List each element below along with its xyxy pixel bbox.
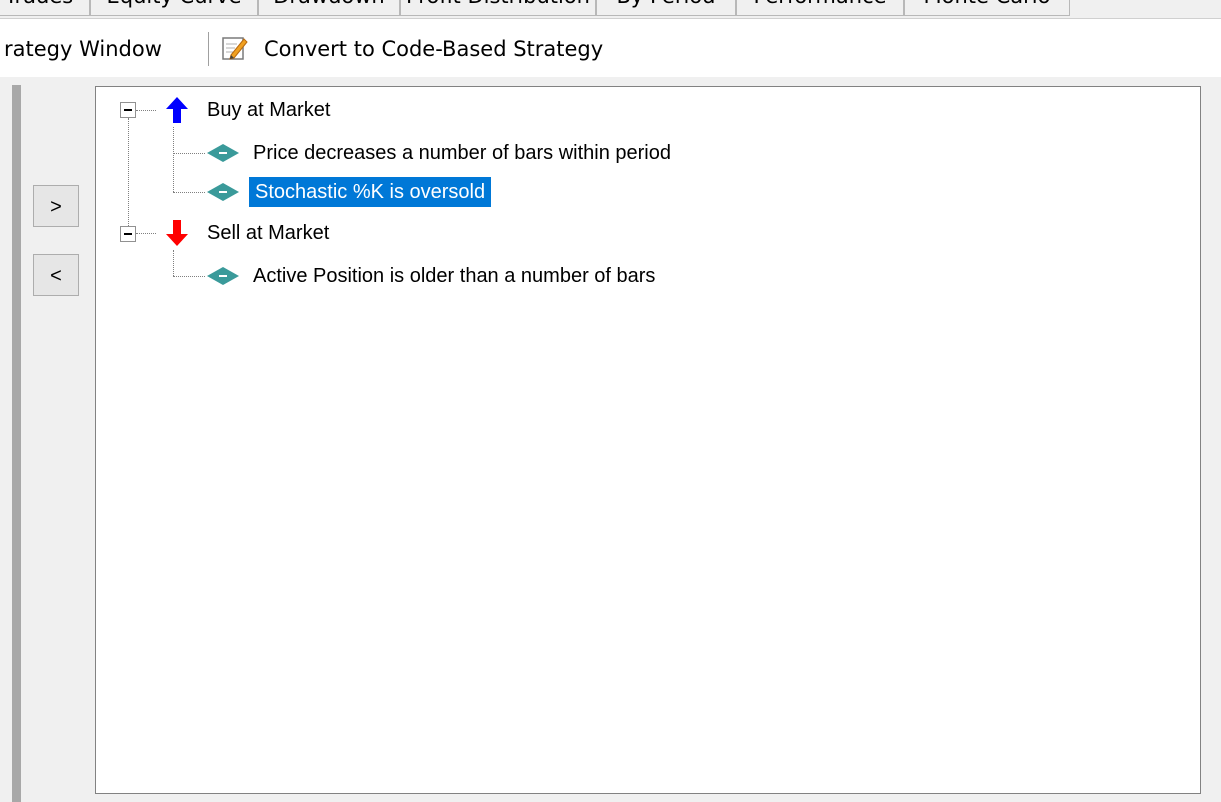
arrow-up-icon xyxy=(166,97,188,123)
tree-connector xyxy=(173,250,174,276)
strategy-window-button[interactable]: rategy Window xyxy=(4,34,162,64)
node-label: Active Position is older than a number o… xyxy=(253,265,656,287)
tree-connector xyxy=(136,233,156,234)
sell-at-market-node[interactable]: Sell at Market xyxy=(207,218,329,248)
tab-trades[interactable]: Trades xyxy=(0,0,90,16)
edit-pencil-icon[interactable] xyxy=(222,35,248,61)
tab-monte-carlo[interactable]: Monte Carlo xyxy=(904,0,1070,16)
arrow-down-icon xyxy=(166,220,188,246)
tree-connector xyxy=(136,110,156,111)
right-gutter xyxy=(1206,86,1221,802)
node-label: Price decreases a number of bars within … xyxy=(253,142,671,164)
toolbar-separator xyxy=(208,32,209,66)
node-label: Buy at Market xyxy=(207,99,331,121)
condition-icon xyxy=(207,144,239,162)
buy-at-market-node[interactable]: Buy at Market xyxy=(207,95,330,125)
sell-collapse-toggle[interactable] xyxy=(120,226,136,242)
tab-strip: Trades Equity Curve Drawdown Profit Dist… xyxy=(0,0,1221,19)
condition-stochastic-oversold[interactable]: Stochastic %K is oversold xyxy=(249,177,492,207)
toolbar: rategy Window xyxy=(0,19,1221,77)
node-label: Stochastic %K is oversold xyxy=(249,177,492,207)
tab-by-period[interactable]: By Period xyxy=(596,0,736,16)
tab-performance[interactable]: Performance xyxy=(736,0,904,16)
condition-price-decreases[interactable]: Price decreases a number of bars within … xyxy=(253,138,671,168)
tab-profit-distribution[interactable]: Profit Distribution xyxy=(400,0,596,16)
add-condition-button[interactable]: > xyxy=(33,185,79,227)
tab-drawdown[interactable]: Drawdown xyxy=(258,0,400,16)
splitter-bar[interactable] xyxy=(12,85,21,802)
tree-connector xyxy=(173,192,205,193)
buy-collapse-toggle[interactable] xyxy=(120,102,136,118)
tree-connector xyxy=(128,118,129,232)
remove-condition-button[interactable]: < xyxy=(33,254,79,296)
tree-connector xyxy=(173,127,174,192)
convert-to-code-button[interactable]: Convert to Code-Based Strategy xyxy=(264,34,603,64)
condition-icon xyxy=(207,267,239,285)
tree-connector xyxy=(173,276,205,277)
tab-equity-curve[interactable]: Equity Curve xyxy=(90,0,258,16)
strategy-tree[interactable]: Buy at Market Price decreases a number o… xyxy=(95,86,1201,794)
condition-active-position-older[interactable]: Active Position is older than a number o… xyxy=(253,261,655,291)
tree-connector xyxy=(173,153,205,154)
condition-icon xyxy=(207,183,239,201)
node-label: Sell at Market xyxy=(207,222,330,244)
